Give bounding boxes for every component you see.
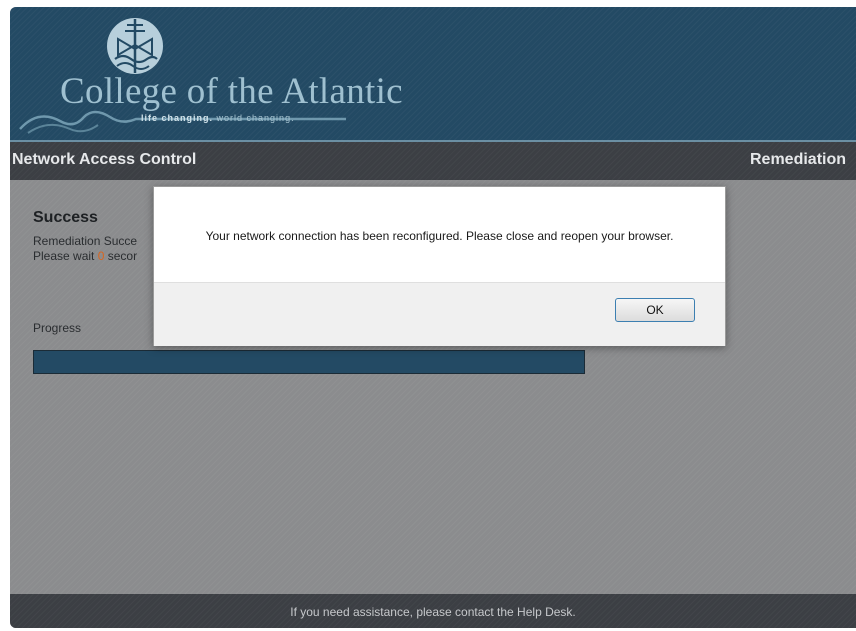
progress-bar [33,350,585,374]
dialog-message: Your network connection has been reconfi… [205,229,674,243]
wait-prefix: Please wait [33,249,98,263]
alert-dialog: Your network connection has been reconfi… [153,186,726,346]
header-banner: College of the Atlantic life changing. w… [10,7,856,140]
success-heading: Success [33,209,98,226]
remediation-status-text: Remediation Succe [33,234,138,248]
dialog-footer: OK [154,282,725,346]
wait-suffix: secor [104,249,138,263]
help-desk-notice: If you need assistance, please contact t… [290,605,576,619]
tagline-rest: world changing. [216,113,295,123]
tagline-bold: life changing. [141,113,214,123]
progress-label: Progress [33,321,82,335]
progress-bar-fill [34,351,584,373]
footer: If you need assistance, please contact t… [10,594,856,628]
logo-tagline: life changing. world changing. [141,113,295,123]
wait-message: Please wait 0 secor [33,249,137,263]
remediation-label: Remediation [750,151,847,168]
page-title: Network Access Control [12,151,197,168]
college-seal-icon [107,18,163,74]
navbar: Network Access Control Remediation [10,142,856,180]
ok-button[interactable]: OK [615,298,695,322]
